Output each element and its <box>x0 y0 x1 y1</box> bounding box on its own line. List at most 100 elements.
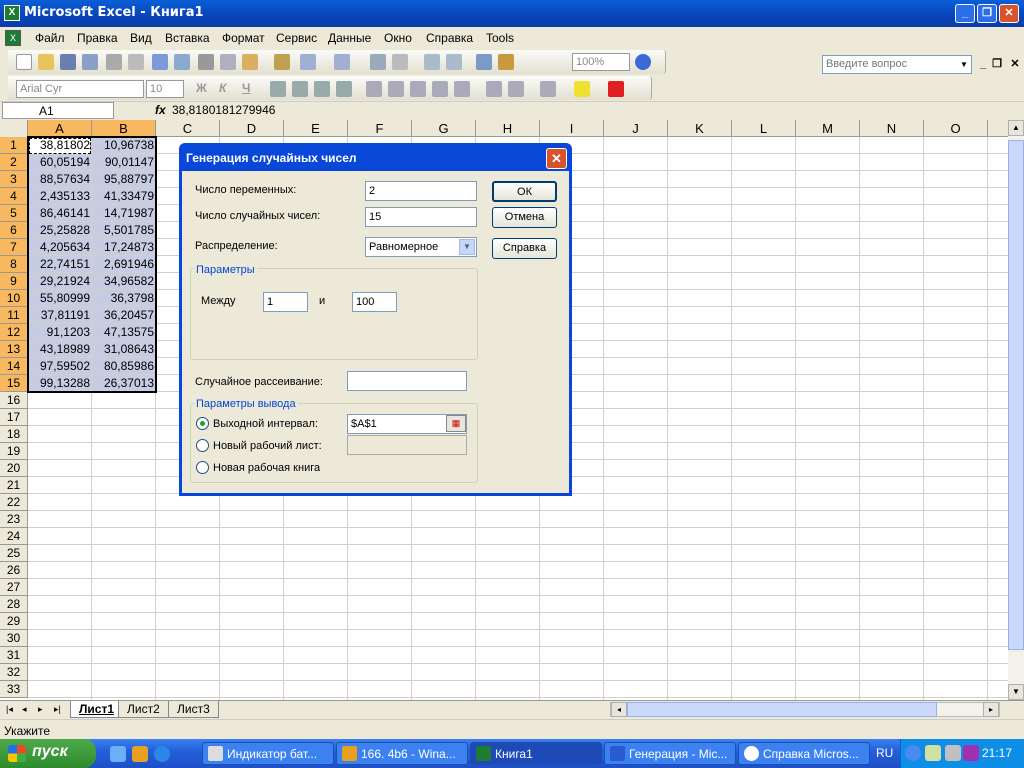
new-sheet-radio[interactable] <box>196 439 209 452</box>
font-color-icon[interactable] <box>608 81 624 97</box>
formula-input[interactable]: 38,8180181279946 <box>172 103 275 117</box>
menu-window[interactable]: Окно <box>384 31 412 45</box>
mdi-close-button[interactable]: ✕ <box>1008 57 1022 71</box>
sheet-tab-3[interactable]: Лист3 <box>168 701 219 718</box>
autosum-icon[interactable] <box>392 54 408 70</box>
underline-button[interactable]: Ч <box>242 81 250 95</box>
mdi-minimize-button[interactable]: _ <box>976 57 990 71</box>
workbook-icon[interactable]: X <box>5 30 21 46</box>
row-header-10[interactable]: 10 <box>0 290 28 307</box>
first-sheet-icon[interactable]: |◂ <box>6 704 13 715</box>
scroll-left-icon[interactable]: ◂ <box>611 702 627 717</box>
align-center-icon[interactable] <box>292 81 308 97</box>
increase-decimal-icon[interactable] <box>432 81 448 97</box>
redo-icon[interactable] <box>334 54 350 70</box>
row-header-21[interactable]: 21 <box>0 477 28 494</box>
paste-icon[interactable] <box>242 54 258 70</box>
column-header-G[interactable]: G <box>412 120 476 137</box>
ok-button[interactable]: ОК <box>492 181 557 202</box>
row-header-25[interactable]: 25 <box>0 545 28 562</box>
task-winamp[interactable]: 166. 4b6 - Wina... <box>336 742 468 765</box>
borders-icon[interactable] <box>540 81 556 97</box>
row-header-8[interactable]: 8 <box>0 256 28 273</box>
column-header-B[interactable]: B <box>92 120 156 137</box>
collapse-dialog-icon[interactable]: ▦ <box>446 415 466 432</box>
column-header-F[interactable]: F <box>348 120 412 137</box>
app-tray-icon[interactable] <box>963 745 979 761</box>
align-left-icon[interactable] <box>270 81 286 97</box>
row-header-27[interactable]: 27 <box>0 579 28 596</box>
merge-center-icon[interactable] <box>336 81 352 97</box>
row-header-24[interactable]: 24 <box>0 528 28 545</box>
sheet-tab-1[interactable]: Лист1 <box>70 701 124 718</box>
row-header-16[interactable]: 16 <box>0 392 28 409</box>
row-header-32[interactable]: 32 <box>0 664 28 681</box>
task-word[interactable]: Генерация - Mic... <box>604 742 736 765</box>
horizontal-scrollbar[interactable]: ◂ ▸ <box>610 702 1000 717</box>
row-header-33[interactable]: 33 <box>0 681 28 698</box>
column-header-C[interactable]: C <box>156 120 220 137</box>
cut-icon[interactable] <box>198 54 214 70</box>
copy-icon[interactable] <box>220 54 236 70</box>
row-header-7[interactable]: 7 <box>0 239 28 256</box>
help-button[interactable]: Справка <box>492 238 557 259</box>
currency-icon[interactable] <box>366 81 382 97</box>
column-header-A[interactable]: A <box>28 120 92 137</box>
menu-insert[interactable]: Вставка <box>165 31 210 45</box>
start-button[interactable]: пуск <box>0 739 96 768</box>
font-select[interactable]: Arial Cyr <box>16 80 144 98</box>
align-right-icon[interactable] <box>314 81 330 97</box>
row-header-30[interactable]: 30 <box>0 630 28 647</box>
between-to-input[interactable]: 100 <box>352 292 397 312</box>
spelling-icon[interactable] <box>152 54 168 70</box>
task-battery[interactable]: Индикатор бат... <box>202 742 334 765</box>
row-header-17[interactable]: 17 <box>0 409 28 426</box>
menu-help[interactable]: Справка <box>426 31 473 45</box>
column-header-O[interactable]: O <box>924 120 988 137</box>
undo-icon[interactable] <box>300 54 316 70</box>
mdi-restore-button[interactable]: ❐ <box>990 57 1004 71</box>
row-header-12[interactable]: 12 <box>0 324 28 341</box>
new-icon[interactable] <box>16 54 32 70</box>
column-header-J[interactable]: J <box>604 120 668 137</box>
hyperlink-icon[interactable] <box>370 54 386 70</box>
row-header-20[interactable]: 20 <box>0 460 28 477</box>
row-header-1[interactable]: 1 <box>0 137 28 154</box>
language-indicator[interactable]: RU <box>876 746 893 760</box>
column-header-N[interactable]: N <box>860 120 924 137</box>
row-header-9[interactable]: 9 <box>0 273 28 290</box>
row-header-6[interactable]: 6 <box>0 222 28 239</box>
row-header-29[interactable]: 29 <box>0 613 28 630</box>
scroll-down-icon[interactable]: ▼ <box>1008 684 1024 700</box>
menu-tools[interactable]: Сервис <box>276 31 317 45</box>
drawing-icon[interactable] <box>498 54 514 70</box>
fill-color-icon[interactable] <box>574 81 590 97</box>
row-header-13[interactable]: 13 <box>0 341 28 358</box>
network-icon[interactable] <box>945 745 961 761</box>
menu-view[interactable]: Вид <box>130 31 152 45</box>
font-size-select[interactable]: 10 <box>146 80 184 98</box>
dialog-close-button[interactable]: ✕ <box>546 148 567 169</box>
row-header-26[interactable]: 26 <box>0 562 28 579</box>
row-header-28[interactable]: 28 <box>0 596 28 613</box>
print-icon[interactable] <box>106 54 122 70</box>
sheet-tab-2[interactable]: Лист2 <box>118 701 169 718</box>
task-help[interactable]: Справка Micros... <box>738 742 870 765</box>
row-header-4[interactable]: 4 <box>0 188 28 205</box>
decrease-indent-icon[interactable] <box>486 81 502 97</box>
num-random-input[interactable]: 15 <box>365 207 477 227</box>
format-painter-icon[interactable] <box>274 54 290 70</box>
scroll-thumb[interactable] <box>1008 140 1024 650</box>
last-sheet-icon[interactable]: ▸| <box>54 704 61 715</box>
winamp-icon[interactable] <box>132 746 148 762</box>
column-header-D[interactable]: D <box>220 120 284 137</box>
output-range-input[interactable]: $A$1 ▦ <box>347 414 467 434</box>
open-icon[interactable] <box>38 54 54 70</box>
percent-icon[interactable] <box>388 81 404 97</box>
tray-expand-icon[interactable] <box>905 745 921 761</box>
menu-file[interactable]: Файл <box>35 31 65 45</box>
hscroll-thumb[interactable] <box>627 702 937 717</box>
chart-wizard-icon[interactable] <box>476 54 492 70</box>
distribution-select[interactable]: Равномерное ▼ <box>365 237 477 257</box>
row-header-18[interactable]: 18 <box>0 426 28 443</box>
